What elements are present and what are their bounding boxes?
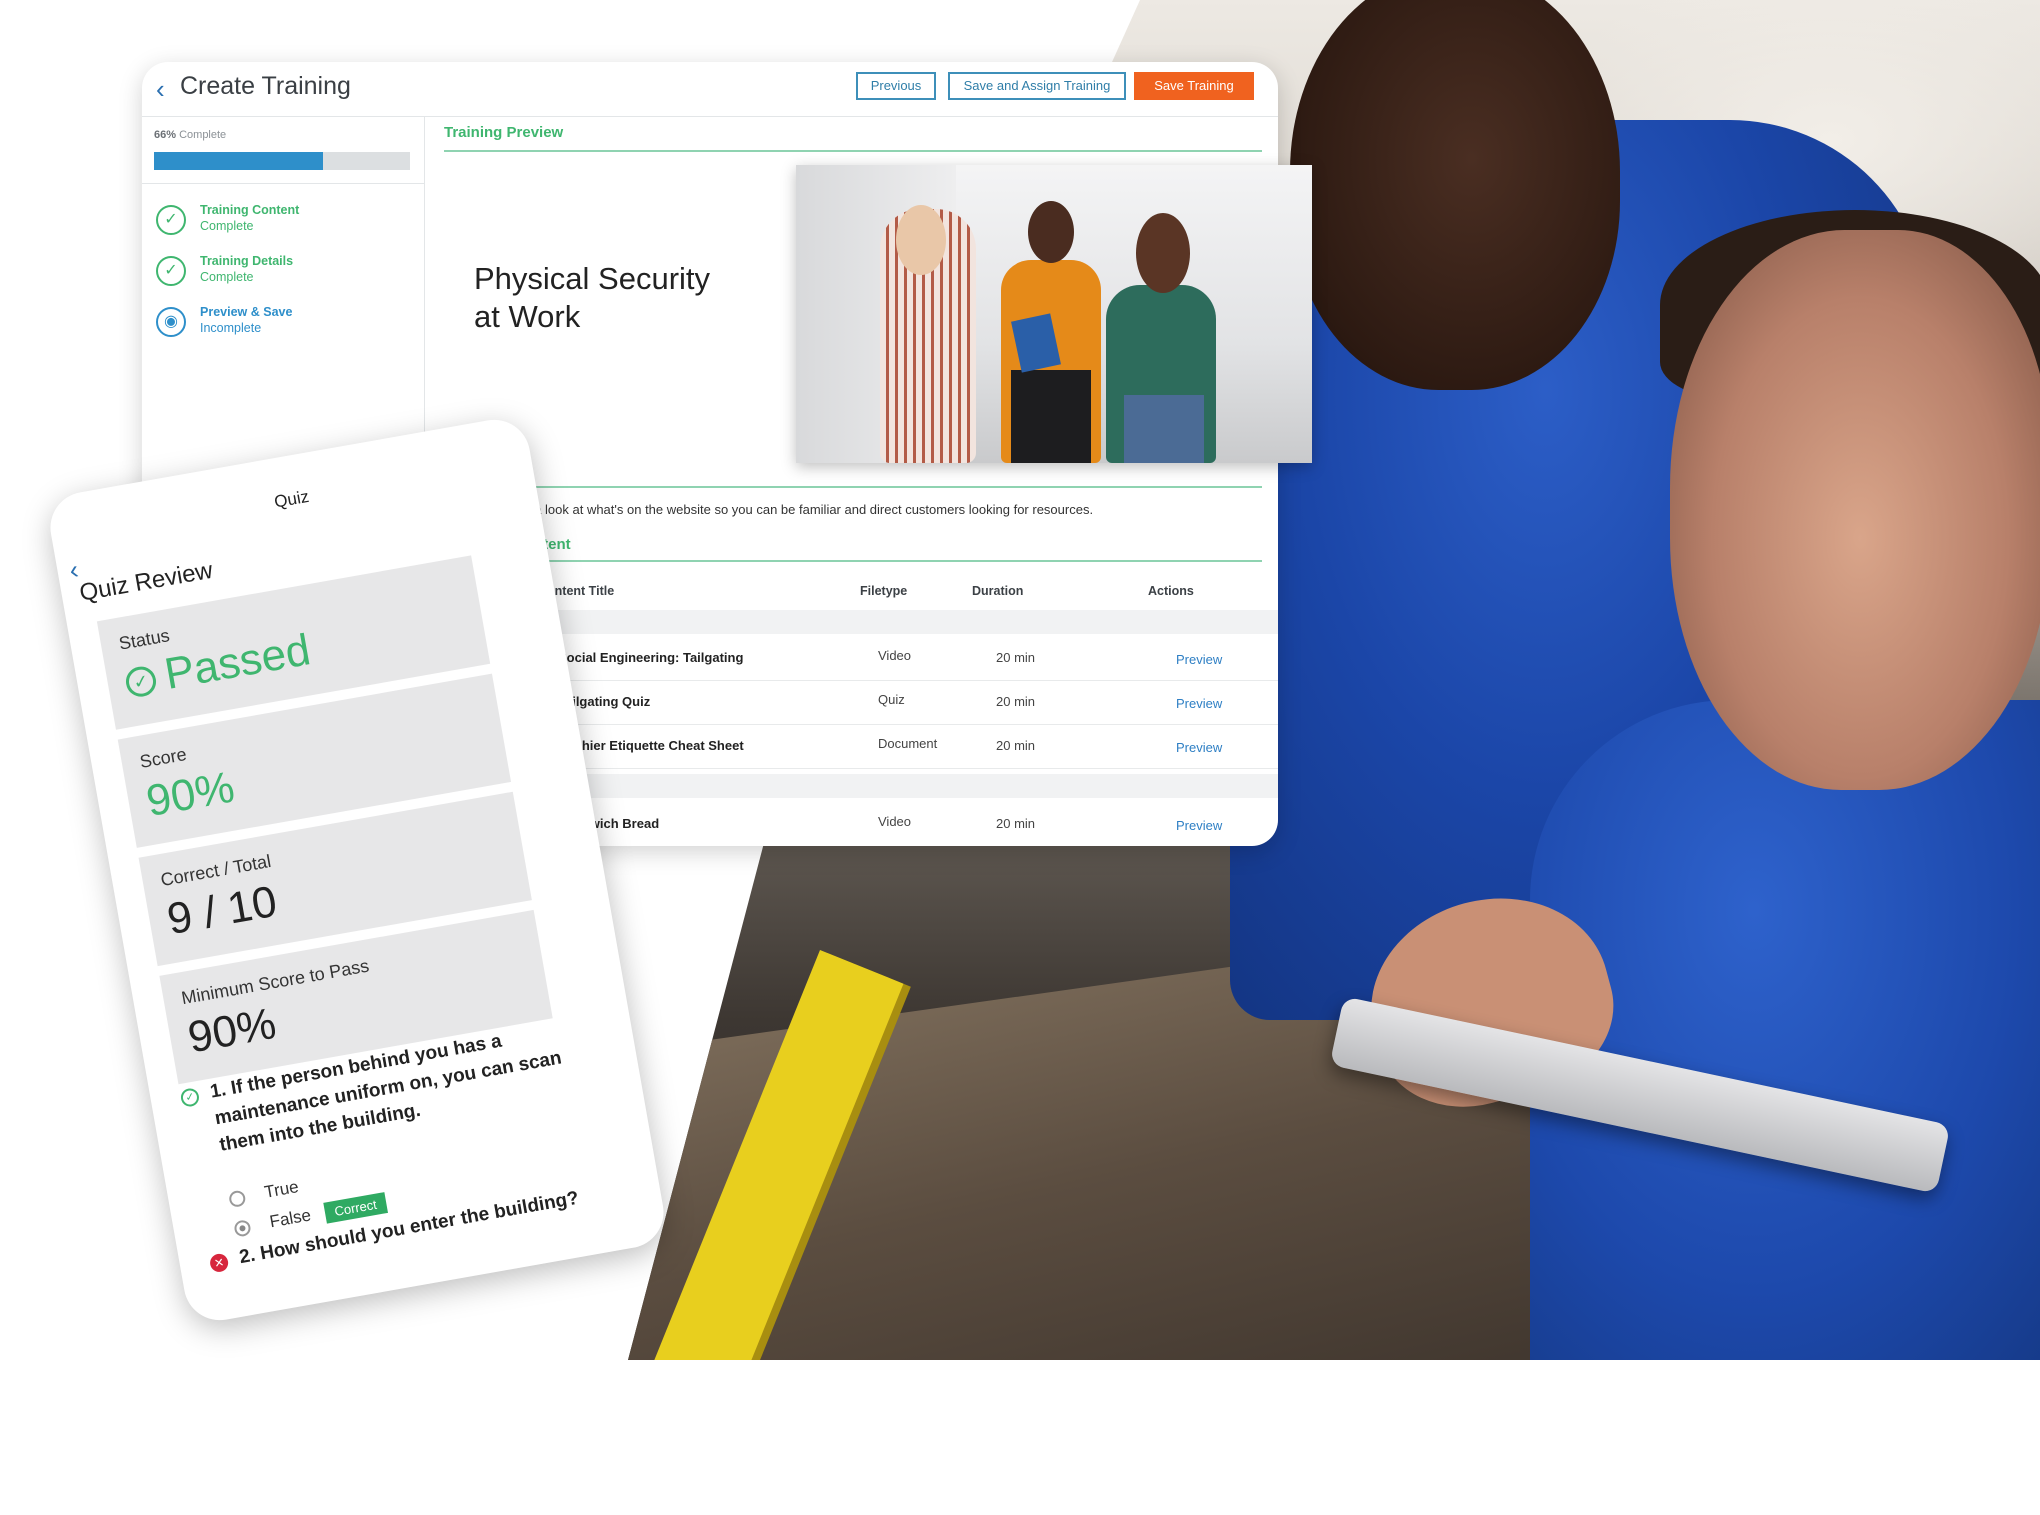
back-chevron-icon[interactable]: ‹: [156, 76, 165, 102]
worker-seated: [1530, 700, 2040, 1360]
group-header[interactable]: ⌄: [482, 774, 1278, 798]
row-duration: 20 min: [996, 738, 1036, 753]
step-title: Preview & Save: [200, 305, 293, 319]
step-training-content[interactable]: ✓ Training Content Complete: [156, 203, 416, 247]
step-training-details[interactable]: ✓ Training Details Complete: [156, 254, 416, 298]
previous-button[interactable]: Previous: [856, 72, 936, 100]
option-true[interactable]: True: [227, 1177, 300, 1209]
step-title: Training Details: [200, 254, 294, 268]
worker-standing-head: [1290, 0, 1620, 390]
row-duration: 20 min: [996, 650, 1036, 665]
step-title: Training Content: [200, 203, 300, 217]
score-value: 90%: [142, 762, 238, 827]
step-status: Complete: [200, 270, 254, 284]
minimum-score-label: Minimum Score to Pass: [179, 955, 371, 1009]
check-circle-icon: ✓: [156, 205, 186, 235]
table-row: ▤ Cashier Etiquette Cheat Sheet Document…: [512, 724, 1278, 769]
step-status: Incomplete: [200, 321, 262, 335]
score-label: Score: [138, 744, 189, 772]
person-legs: [1011, 370, 1091, 463]
row-filetype: Video: [878, 814, 912, 829]
person-head: [1136, 213, 1190, 293]
radio-button-selected[interactable]: [233, 1218, 252, 1238]
preview-link[interactable]: Preview: [1176, 652, 1222, 667]
check-circle-icon: ✓: [123, 664, 159, 700]
worker-seated-head: [1670, 230, 2040, 790]
eye-icon: ◉: [156, 307, 186, 337]
top-bar: ‹ Create Training Previous Save and Assi…: [142, 62, 1278, 117]
page-title: Create Training: [180, 72, 351, 100]
row-title: Cashier Etiquette Cheat Sheet: [558, 738, 744, 753]
row-filetype: Quiz: [878, 692, 905, 707]
preview-link[interactable]: Preview: [1176, 740, 1222, 755]
row-filetype: Document: [878, 736, 938, 751]
person-head: [1028, 201, 1074, 263]
progress-label: 66% Complete: [154, 129, 227, 141]
person-jeans: [1124, 395, 1204, 463]
phone-title: Quiz: [272, 486, 311, 512]
col-filetype: Filetype: [860, 584, 908, 598]
table-row: ? Tailgating Quiz Quiz 20 min Preview: [512, 680, 1278, 725]
preview-link[interactable]: Preview: [1176, 696, 1222, 711]
training-preview-heading: Training Preview: [444, 124, 564, 141]
table-row: ▶ Social Engineering: Tailgating Video 2…: [512, 636, 1278, 681]
save-assign-button[interactable]: Save and Assign Training: [948, 72, 1126, 100]
save-training-button[interactable]: Save Training: [1134, 72, 1254, 100]
radio-button[interactable]: [227, 1189, 247, 1208]
step-preview-save[interactable]: ◉ Preview & Save Incomplete: [156, 305, 416, 349]
preview-link[interactable]: Preview: [1176, 818, 1222, 833]
col-duration: Duration: [972, 584, 1024, 598]
progress-bar: [154, 152, 410, 170]
group-header[interactable]: ⌄: [482, 610, 1278, 634]
check-circle-icon: ✓: [156, 256, 186, 286]
row-duration: 20 min: [996, 816, 1036, 831]
col-actions: Actions: [1148, 584, 1194, 598]
person-head: [896, 205, 946, 275]
divider: [472, 560, 1262, 562]
row-title: Social Engineering: Tailgating: [558, 650, 744, 665]
row-filetype: Video: [878, 648, 912, 663]
divider: [444, 150, 1262, 152]
divider: [142, 183, 424, 184]
step-status: Complete: [200, 219, 254, 233]
course-title: Physical Security at Work: [474, 261, 711, 334]
minimum-score-value: 90%: [184, 998, 280, 1063]
course-cover-image: [796, 165, 1312, 463]
quiz-review-heading: Quiz Review: [77, 556, 215, 607]
row-duration: 20 min: [996, 694, 1036, 709]
description-text: take a look at what's on the website so …: [506, 502, 1094, 517]
progress-bar-fill: [154, 152, 323, 170]
divider: [472, 486, 1262, 488]
table-row: Sandwich Bread Video 20 min Preview: [512, 802, 1278, 846]
